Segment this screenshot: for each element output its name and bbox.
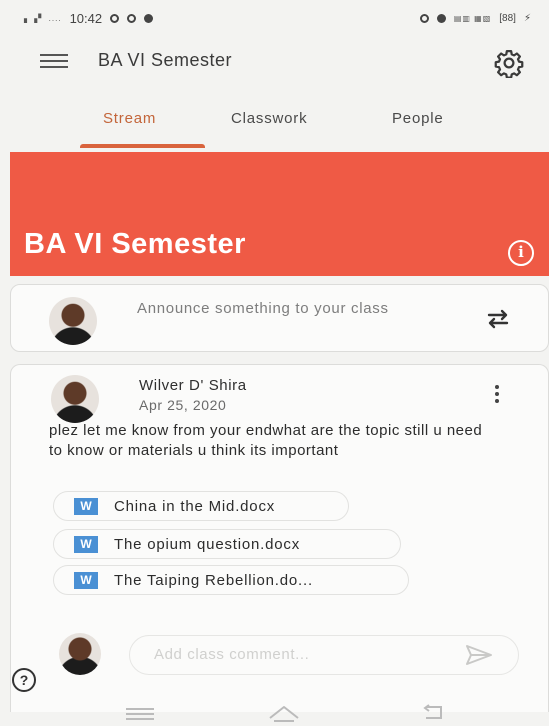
hamburger-menu-icon[interactable]: [40, 54, 68, 70]
status-bar: ▖▗▘ .... 10:42 ▤▥ ▦▧ [88] ⚡: [0, 0, 549, 36]
word-doc-icon: W: [74, 571, 98, 589]
signal-icon: ▖▗▘ ....: [24, 13, 62, 23]
class-banner: BA VI Semester: [10, 152, 549, 276]
app-title: BA VI Semester: [98, 50, 233, 70]
commenter-avatar: [59, 633, 101, 675]
vpn-icon: [436, 13, 446, 23]
home-icon[interactable]: [266, 704, 302, 722]
help-icon[interactable]: ?: [12, 668, 36, 692]
avatar: [49, 297, 97, 345]
network-icon: ▤▥ ▦▧: [453, 13, 492, 23]
info-icon[interactable]: [508, 240, 534, 266]
charging-icon: ⚡: [523, 12, 531, 24]
repost-icon[interactable]: [483, 305, 513, 333]
status-time: 10:42: [69, 10, 103, 26]
post-date: Apr 25, 2020: [139, 397, 227, 413]
tab-bar: Stream Classwork People: [0, 100, 549, 150]
post-body: plez let me know from your endwhat are t…: [49, 422, 483, 459]
class-comment-input[interactable]: Add class comment...: [129, 635, 519, 675]
sync-icon: [127, 13, 137, 23]
attachment-name: China in the Mid.docx: [114, 497, 276, 515]
notification-icon: [110, 13, 120, 23]
active-tab-indicator: [80, 144, 205, 148]
word-doc-icon: W: [74, 535, 98, 553]
more-options-icon[interactable]: [491, 385, 503, 407]
announce-placeholder[interactable]: Announce something to your class: [137, 299, 397, 318]
alarm-icon: [419, 13, 429, 23]
post-card: Wilver D' Shira Apr 25, 2020 plez let me…: [10, 364, 549, 712]
gear-icon[interactable]: [494, 48, 524, 78]
record-icon: [144, 13, 154, 23]
banner-title: BA VI Semester: [24, 228, 246, 260]
attachment-chip[interactable]: W China in the Mid.docx: [53, 491, 349, 521]
system-nav-bar: [0, 698, 549, 726]
tab-people[interactable]: People: [392, 110, 444, 127]
back-icon[interactable]: [420, 704, 446, 720]
status-left: ▖▗▘ .... 10:42: [24, 10, 154, 26]
attachment-name: The Taiping Rebellion.do...: [114, 571, 313, 589]
status-right: ▤▥ ▦▧ [88] ⚡: [419, 12, 531, 24]
app-bar: BA VI Semester: [0, 38, 549, 84]
author-avatar: [51, 375, 99, 423]
tab-classwork[interactable]: Classwork: [231, 110, 307, 127]
attachment-chip[interactable]: W The opium question.docx: [53, 529, 401, 559]
recent-apps-icon[interactable]: [126, 708, 154, 720]
attachment-name: The opium question.docx: [114, 535, 300, 553]
tab-stream[interactable]: Stream: [103, 110, 156, 127]
word-doc-icon: W: [74, 497, 98, 515]
comment-placeholder: Add class comment...: [154, 646, 310, 663]
author-name: Wilver D' Shira: [139, 377, 247, 394]
battery-level: [88]: [499, 12, 516, 24]
announce-card[interactable]: Announce something to your class: [10, 284, 549, 352]
attachment-chip[interactable]: W The Taiping Rebellion.do...: [53, 565, 409, 595]
send-icon[interactable]: [463, 643, 495, 667]
